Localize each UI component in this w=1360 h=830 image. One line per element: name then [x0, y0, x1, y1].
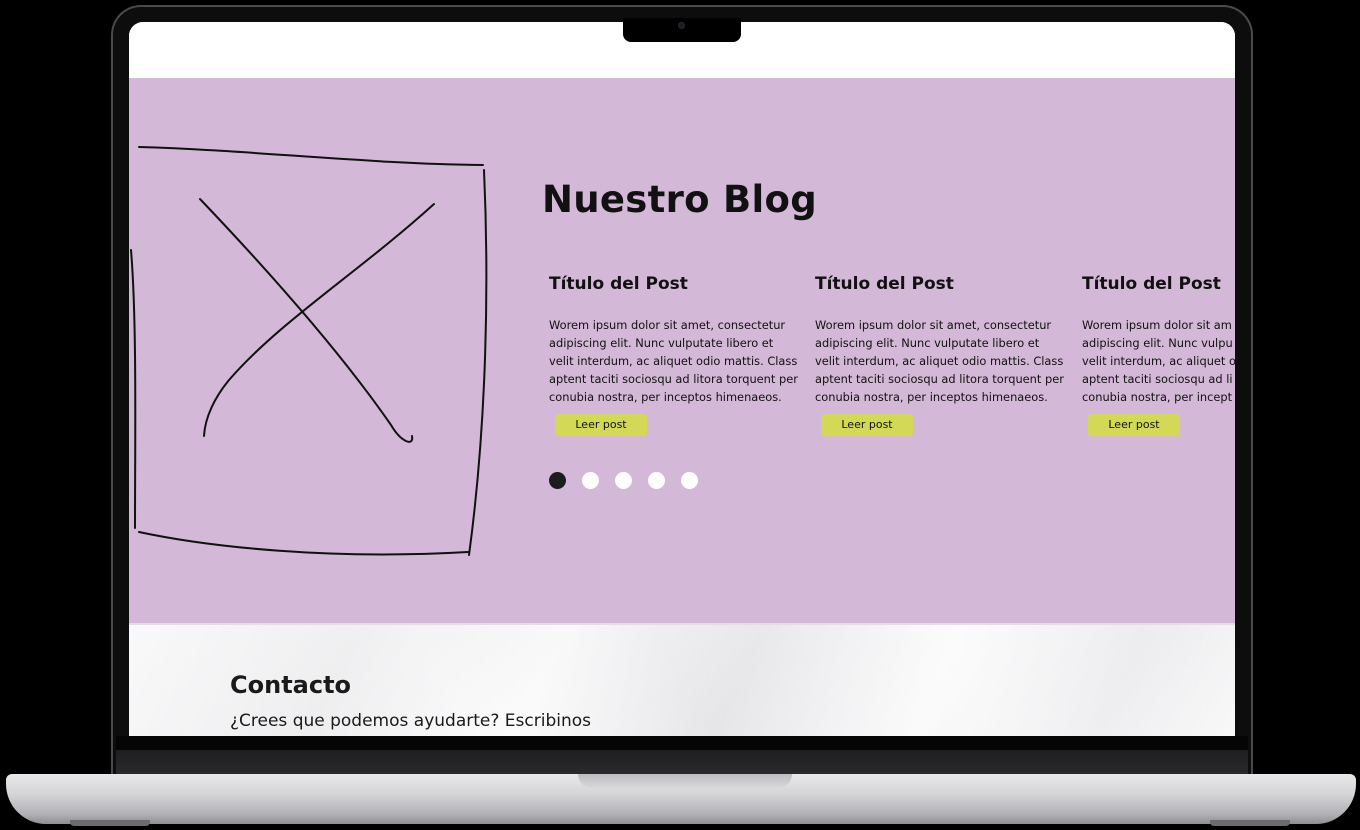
- read-post-button[interactable]: Leer post: [1088, 414, 1180, 436]
- carousel-dot-4[interactable]: [648, 472, 665, 489]
- crossed-box-placeholder-icon: [130, 146, 488, 556]
- excerpt-line: aptent taciti sociosqu ad li: [1082, 372, 1233, 386]
- contact-subtitle: ¿Crees que podemos ayudarte? Escribinos: [230, 711, 591, 731]
- carousel-dot-3[interactable]: [615, 472, 632, 489]
- laptop-screen: Nuestro Blog Título del Post Worem ipsum…: [129, 22, 1235, 736]
- excerpt-line: aptent taciti sociosqu ad litora torquen…: [549, 372, 798, 386]
- camera-notch: [623, 18, 741, 42]
- excerpt-line: conubia nostra, per incept: [1082, 390, 1233, 404]
- screen-bottom-bezel: [116, 736, 1248, 750]
- post-excerpt: Worem ipsum dolor sit amet, consectetur …: [815, 316, 1073, 406]
- laptop-foot-left: [70, 820, 150, 826]
- post-excerpt: Worem ipsum dolor sit amet, consectetur …: [549, 316, 807, 406]
- read-post-button[interactable]: Leer post: [555, 414, 647, 436]
- excerpt-line: adipiscing elit. Nunc vulputate libero e…: [815, 336, 1040, 350]
- read-post-button[interactable]: Leer post: [821, 414, 913, 436]
- laptop-foot-right: [1210, 820, 1290, 826]
- excerpt-line: Worem ipsum dolor sit amet, consectetur: [549, 318, 786, 332]
- contact-section: Contacto ¿Crees que podemos ayudarte? Es…: [129, 623, 1235, 736]
- post-excerpt: Worem ipsum dolor sit am adipiscing elit…: [1082, 316, 1235, 406]
- carousel-dot-5[interactable]: [681, 472, 698, 489]
- excerpt-line: conubia nostra, per inceptos himenaeos.: [815, 390, 1048, 404]
- excerpt-line: Worem ipsum dolor sit amet, consectetur: [815, 318, 1052, 332]
- post-title: Título del Post: [549, 274, 688, 294]
- carousel-dot-1[interactable]: [549, 472, 566, 489]
- laptop-base: [6, 774, 1356, 824]
- excerpt-line: adipiscing elit. Nunc vulputate libero e…: [549, 336, 774, 350]
- excerpt-line: velit interdum, ac aliquet o: [1082, 354, 1235, 368]
- blog-title: Nuestro Blog: [542, 178, 818, 221]
- post-title: Título del Post: [815, 274, 954, 294]
- trackpad-notch: [578, 774, 792, 788]
- excerpt-line: conubia nostra, per inceptos himenaeos.: [549, 390, 782, 404]
- contact-title: Contacto: [230, 671, 352, 699]
- post-card: Título del Post Worem ipsum dolor sit am…: [815, 274, 1073, 436]
- excerpt-line: Worem ipsum dolor sit am: [1082, 318, 1232, 332]
- carousel-pagination: [549, 472, 698, 489]
- post-card: Título del Post Worem ipsum dolor sit am…: [549, 274, 807, 436]
- excerpt-line: velit interdum, ac aliquet odio mattis. …: [815, 354, 1064, 368]
- laptop-hinge: [116, 750, 1248, 776]
- excerpt-line: velit interdum, ac aliquet odio mattis. …: [549, 354, 798, 368]
- post-card: Título del Post Worem ipsum dolor sit am…: [1082, 274, 1235, 436]
- webcam-icon: [678, 22, 685, 29]
- post-title: Título del Post: [1082, 274, 1221, 294]
- carousel-dot-2[interactable]: [582, 472, 599, 489]
- blog-section: Nuestro Blog Título del Post Worem ipsum…: [129, 78, 1235, 623]
- excerpt-line: aptent taciti sociosqu ad litora torquen…: [815, 372, 1064, 386]
- excerpt-line: adipiscing elit. Nunc vulpu: [1082, 336, 1233, 350]
